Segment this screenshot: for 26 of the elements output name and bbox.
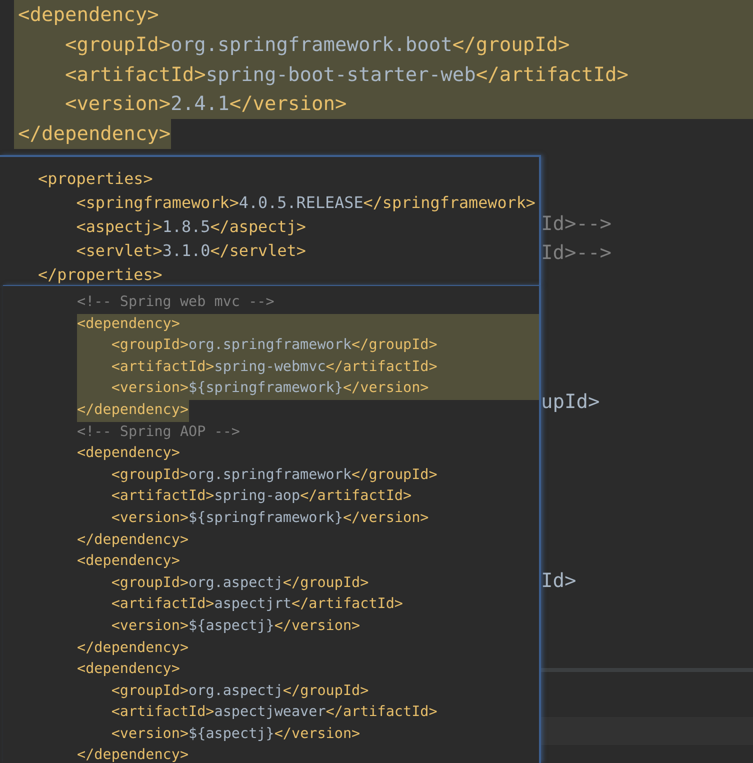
- code-line: <dependency>: [77, 552, 181, 572]
- code-fragment: Id>: [541, 568, 578, 594]
- code-line: </properties>: [38, 264, 164, 285]
- code-line: <groupId>org.aspectj</groupId>: [110, 682, 370, 701]
- code-line: <groupId>org.aspectj</groupId>: [110, 574, 370, 593]
- code-line: <artifactId>aspectjweaver</artifactId>: [110, 703, 438, 722]
- code-fragment: Id>-->: [541, 210, 612, 237]
- code-line: <aspectj>1.8.5</aspectj>: [75, 216, 307, 238]
- code-line: <dependency>: [77, 660, 181, 680]
- code-fragment: upId>: [541, 389, 601, 416]
- code-line: </dependency>: [77, 746, 190, 763]
- code-comment: <!-- Spring AOP -->: [77, 422, 242, 442]
- code-line: <version>${aspectj}</version>: [110, 616, 362, 636]
- code-line: <properties>: [38, 168, 154, 190]
- code-line: </dependency>: [77, 530, 190, 550]
- code-line: <artifactId>aspectjrt</artifactId>: [110, 595, 404, 614]
- code-line: <artifactId>spring-aop</artifactId>: [110, 487, 413, 506]
- code-fragment: Id>-->: [541, 240, 612, 266]
- code-line: <version>${aspectj}</version>: [110, 724, 362, 744]
- code-line: <springframework>4.0.5.RELEASE</springframework>: [75, 192, 536, 214]
- code-comment: <!-- Spring web mvc -->: [77, 293, 276, 312]
- code-line: <groupId>org.springframework</groupId>: [110, 466, 438, 485]
- code-line: <version>${springframework}</version>: [110, 508, 430, 528]
- code-line: <servlet>3.1.0</servlet>: [75, 240, 307, 262]
- code-line: <dependency>: [77, 444, 181, 464]
- code-line: </dependency>: [77, 638, 190, 658]
